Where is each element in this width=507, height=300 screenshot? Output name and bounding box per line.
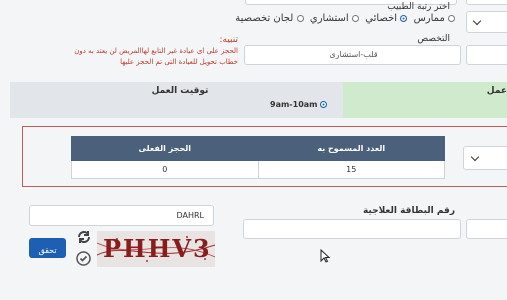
radio-akhsaei[interactable] (400, 14, 408, 22)
specialty-value: قلب-استشارى (329, 50, 378, 59)
work-green-label: عمل (486, 86, 507, 96)
chevron-down-icon (470, 152, 480, 162)
booking-panel: الحجز الفعلى العدد المسموح به 0 15 (22, 126, 507, 187)
national-id-label: رقم البطاقة العلاجية (362, 206, 455, 216)
check-circle-icon[interactable] (76, 251, 91, 266)
rank-option-istishari[interactable]: استشاري (310, 13, 359, 24)
specialty-select[interactable]: قلب-استشارى (244, 45, 461, 65)
booking-table: الحجز الفعلى العدد المسموح به 0 15 (71, 136, 445, 179)
note-title: تنبيه: (219, 35, 238, 45)
work-time-header: توقيت العمل (151, 86, 209, 96)
time-slot-option[interactable]: 9am-10am (270, 100, 328, 109)
table-cell-actual: 0 (71, 160, 259, 179)
national-id-input[interactable] (243, 219, 461, 239)
refresh-icon[interactable] (76, 229, 92, 245)
rank-option-akhsaei[interactable]: اخصائي (365, 13, 408, 24)
table-cell-allowed: 15 (257, 160, 445, 179)
captcha-input-value: DAHRL (176, 211, 204, 220)
table-header-allowed: العدد المسموح به (257, 136, 445, 161)
time-slot-radio[interactable] (320, 101, 328, 108)
doctor-rank-options: ممارس اخصائي استشاري لجان تخصصية (205, 13, 455, 24)
right-select-1[interactable] (466, 11, 507, 33)
top-right-field[interactable] (466, 0, 507, 5)
rank-option-lijan[interactable]: لجان تخصصية (235, 13, 304, 24)
time-slot-label: 9am-10am (270, 100, 318, 109)
note-line-2: خطاب تحويل للعيادة التى تم الحجز عليها (120, 58, 238, 66)
doctor-rank-label: اختر رتبة الطبيب (387, 2, 450, 12)
right-field-4[interactable] (466, 219, 507, 239)
radio-istishari[interactable] (351, 14, 359, 22)
captcha-image: PHHV3 (97, 231, 215, 267)
radio-lijan[interactable] (296, 14, 304, 22)
captcha-input[interactable]: DAHRL (29, 205, 214, 226)
table-header-actual: الحجز الفعلى (71, 136, 259, 161)
right-select-2[interactable] (466, 45, 507, 65)
captcha-text: PHHV3 (103, 234, 212, 263)
right-select-3[interactable] (463, 146, 507, 170)
verify-button-label: تحقق (38, 246, 57, 255)
radio-mumares[interactable] (448, 14, 455, 22)
chevron-down-icon (472, 16, 482, 26)
specialty-label: التخصص (417, 34, 450, 44)
note-line-1: الحجز على اى عيادة غير التابع لهاالمريض … (74, 47, 238, 55)
cursor-icon (320, 249, 330, 263)
rank-option-mumares[interactable]: ممارس (414, 13, 455, 24)
verify-button[interactable]: تحقق (29, 238, 66, 258)
